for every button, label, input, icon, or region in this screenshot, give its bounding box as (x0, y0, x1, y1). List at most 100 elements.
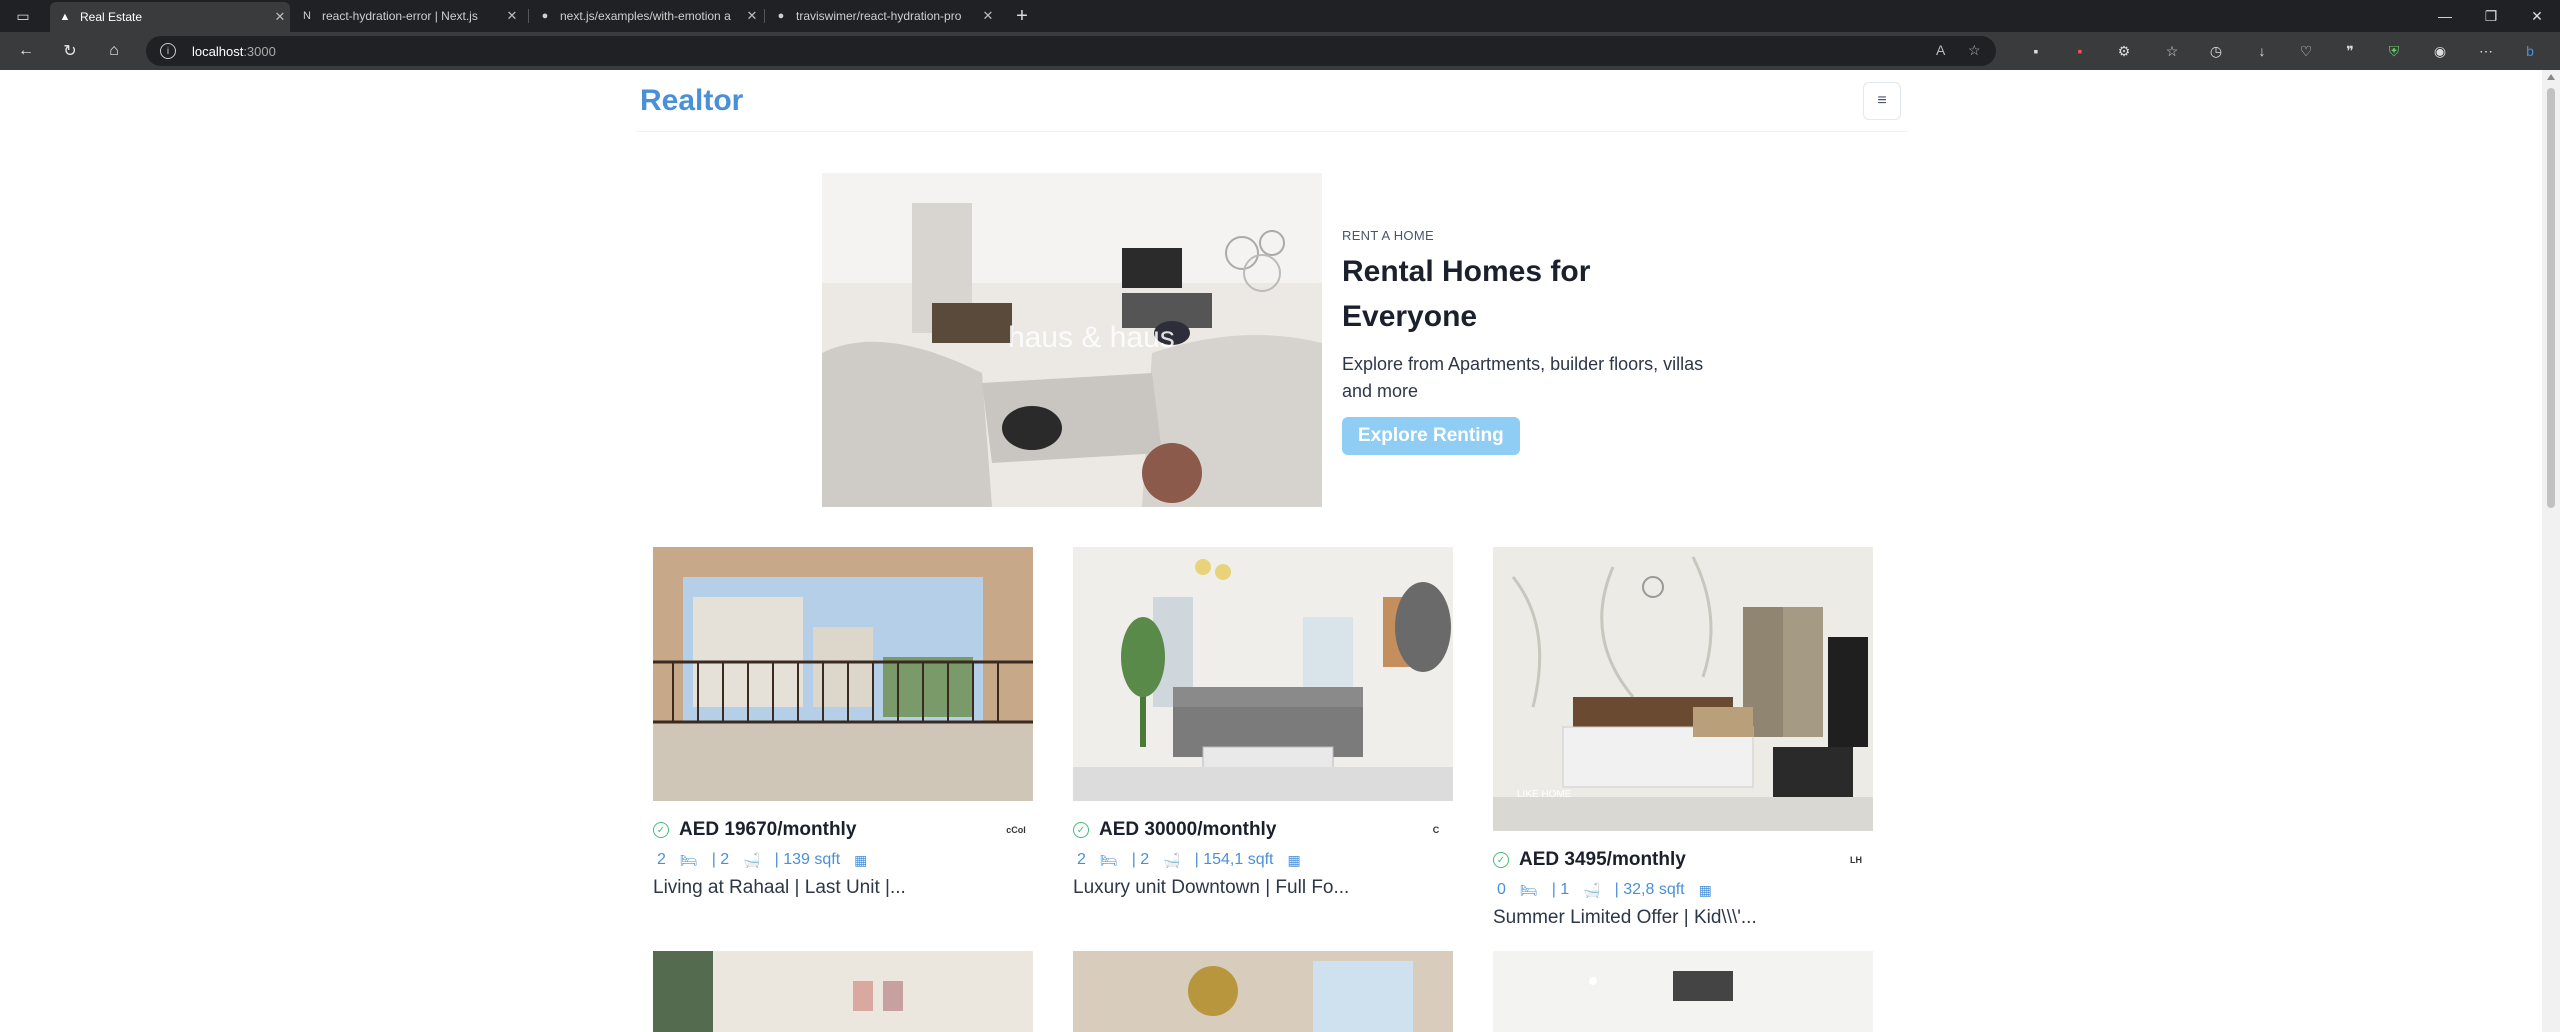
area-value: | 32,8 sqft (1614, 881, 1685, 898)
bath-icon: 🛁 (1163, 851, 1181, 868)
tab-title: traviswimer/react-hydration-pro (796, 9, 962, 23)
bath-count: | 1 (1551, 881, 1570, 898)
price-row: ✓ AED 19670/monthly cCol (653, 813, 1033, 847)
read-aloud-icon[interactable]: A (1936, 42, 1945, 58)
hero-image: haus & haus (822, 173, 1322, 507)
bath-count: | 2 (711, 851, 730, 868)
browser-tab-bar: ▭ ▲ Real Estate ✕ N react-hydration-erro… (0, 0, 2560, 32)
url-text: localhost:3000 (192, 44, 276, 59)
property-image[interactable] (653, 951, 1033, 1032)
room-count: 2 (657, 851, 666, 868)
property-title[interactable]: Luxury unit Downtown | Full Fo... (1073, 877, 1453, 899)
favorites-icon[interactable]: ☆ (2162, 41, 2182, 61)
tab-title: Real Estate (80, 10, 143, 24)
hero-title-line: Rental Homes for (1342, 255, 1591, 288)
grid-icon: ▦ (1698, 881, 1712, 898)
site-header: Realtor ≡ (636, 70, 1908, 132)
downloads-icon[interactable]: ↓ (2252, 41, 2272, 61)
scrollbar-thumb[interactable] (2547, 88, 2555, 508)
extension-icon[interactable]: ▪ (2026, 41, 2046, 61)
hero-subtitle: Explore from Apartments, builder floors,… (1342, 351, 1722, 405)
close-tab-icon[interactable]: ✕ (978, 8, 998, 24)
nextjs-favicon-icon: N (303, 10, 311, 22)
favorite-star-icon[interactable]: ☆ (1968, 42, 1981, 59)
bed-icon: 🛏 (1519, 881, 1538, 898)
address-bar[interactable]: i localhost:3000 A ☆ (146, 36, 1996, 66)
back-icon[interactable]: ← (12, 37, 40, 65)
history-icon[interactable]: ◷ (2206, 41, 2226, 61)
bath-count: | 2 (1131, 851, 1150, 868)
property-title[interactable]: Living at Rahaal | Last Unit |... (653, 877, 1033, 899)
extensions-icon[interactable]: ⚙ (2114, 41, 2134, 61)
home-icon[interactable]: ⌂ (100, 37, 128, 65)
hero-text-block: RENT A HOME Rental Homes for Everyone Ex… (1342, 228, 1722, 455)
grid-icon: ▦ (854, 851, 868, 868)
tab-real-estate[interactable]: ▲ Real Estate ✕ (50, 2, 290, 32)
property-card[interactable]: LIKE HOME ✓ AED 3495/monthly LH 0 🛏 | 1 … (1493, 547, 1873, 929)
tab-title: next.js/examples/with-emotion a (560, 9, 731, 23)
restore-button[interactable]: ❐ (2468, 0, 2514, 32)
property-meta: 0 🛏 | 1 🛁 | 32,8 sqft ▦ (1493, 877, 1873, 903)
room-count: 0 (1497, 881, 1506, 898)
close-tab-icon[interactable]: ✕ (502, 8, 522, 24)
extension-icon[interactable]: ▪ (2070, 41, 2090, 61)
performance-icon[interactable]: ♡ (2296, 41, 2316, 61)
hero-kicker: RENT A HOME (1342, 228, 1434, 243)
page-scrollbar[interactable] (2542, 70, 2560, 1032)
room-count: 2 (1077, 851, 1086, 868)
price-row: ✓ AED 30000/monthly C (1073, 813, 1453, 847)
github-favicon-icon: ● (541, 10, 549, 22)
more-menu-icon[interactable]: ⋯ (2476, 41, 2496, 61)
quote-icon[interactable]: ❞ (2340, 41, 2360, 61)
agency-logo: C (1432, 825, 1440, 835)
property-meta: 2 🛏 | 2 🛁 | 139 sqft ▦ (653, 847, 1033, 873)
github-favicon-icon: ● (777, 10, 785, 22)
close-tab-icon[interactable]: ✕ (742, 8, 762, 24)
image-watermark: haus & haus (1008, 321, 1175, 354)
property-image[interactable] (1073, 547, 1453, 801)
area-value: | 139 sqft (774, 851, 841, 868)
hero-title: Rental Homes for Everyone (1342, 249, 1722, 339)
copilot-icon[interactable]: b (2520, 41, 2540, 61)
verified-check-icon: ✓ (1073, 822, 1089, 838)
property-price: AED 30000/monthly (1099, 819, 1277, 840)
site-info-icon[interactable]: i (160, 43, 176, 59)
tab-traviswimer-repo[interactable]: ● traviswimer/react-hydration-pro ✕ (766, 0, 998, 32)
property-image[interactable] (1493, 951, 1873, 1032)
tab-title: react-hydration-error | Next.js (322, 9, 478, 23)
hamburger-icon: ≡ (1877, 92, 1887, 109)
bath-icon: 🛁 (1583, 881, 1601, 898)
area-value: | 154,1 sqft (1194, 851, 1274, 868)
close-tab-icon[interactable]: ✕ (270, 9, 290, 25)
page-viewport: Realtor ≡ haus & haus RENT A HOME Rental… (0, 70, 2542, 1032)
property-title[interactable]: Summer Limited Offer | Kid\\\'... (1493, 907, 1873, 929)
agency-logo: LH (1850, 855, 1862, 865)
minimize-button[interactable]: — (2422, 0, 2468, 32)
hamburger-menu-button[interactable]: ≡ (1863, 82, 1901, 120)
price-row: ✓ AED 3495/monthly LH (1493, 843, 1873, 877)
hero-subtitle-line: and more (1342, 381, 1419, 401)
profile-avatar-icon[interactable]: ◉ (2430, 41, 2450, 61)
bed-icon: 🛏 (1099, 851, 1118, 868)
tab-react-hydration-error[interactable]: N react-hydration-error | Next.js ✕ (292, 0, 522, 32)
new-tab-button[interactable]: + (1000, 0, 1044, 32)
property-image[interactable]: LIKE HOME (1493, 547, 1873, 831)
site-logo[interactable]: Realtor (640, 84, 743, 118)
property-image[interactable] (653, 547, 1033, 801)
property-image[interactable] (1073, 951, 1453, 1032)
verified-check-icon: ✓ (653, 822, 669, 838)
bed-icon: 🛏 (679, 851, 698, 868)
tab-nextjs-examples[interactable]: ● next.js/examples/with-emotion a ✕ (530, 0, 762, 32)
property-card[interactable]: ✓ AED 30000/monthly C 2 🛏 | 2 🛁 | 154,1 … (1073, 547, 1453, 899)
triangle-favicon-icon: ▲ (59, 11, 71, 23)
refresh-icon[interactable]: ↻ (56, 37, 84, 65)
security-icon[interactable]: ⛨ (2384, 41, 2404, 61)
close-window-button[interactable]: ✕ (2514, 0, 2560, 32)
agency-logo: cCol (1006, 825, 1026, 835)
explore-renting-button[interactable]: Explore Renting (1342, 417, 1520, 455)
property-card[interactable]: ✓ AED 19670/monthly cCol 2 🛏 | 2 🛁 | 139… (653, 547, 1033, 899)
tab-actions-icon[interactable]: ▭ (0, 0, 46, 32)
image-watermark: LIKE HOME (1517, 789, 1572, 800)
hero-title-line: Everyone (1342, 300, 1478, 333)
property-meta: 2 🛏 | 2 🛁 | 154,1 sqft ▦ (1073, 847, 1453, 873)
